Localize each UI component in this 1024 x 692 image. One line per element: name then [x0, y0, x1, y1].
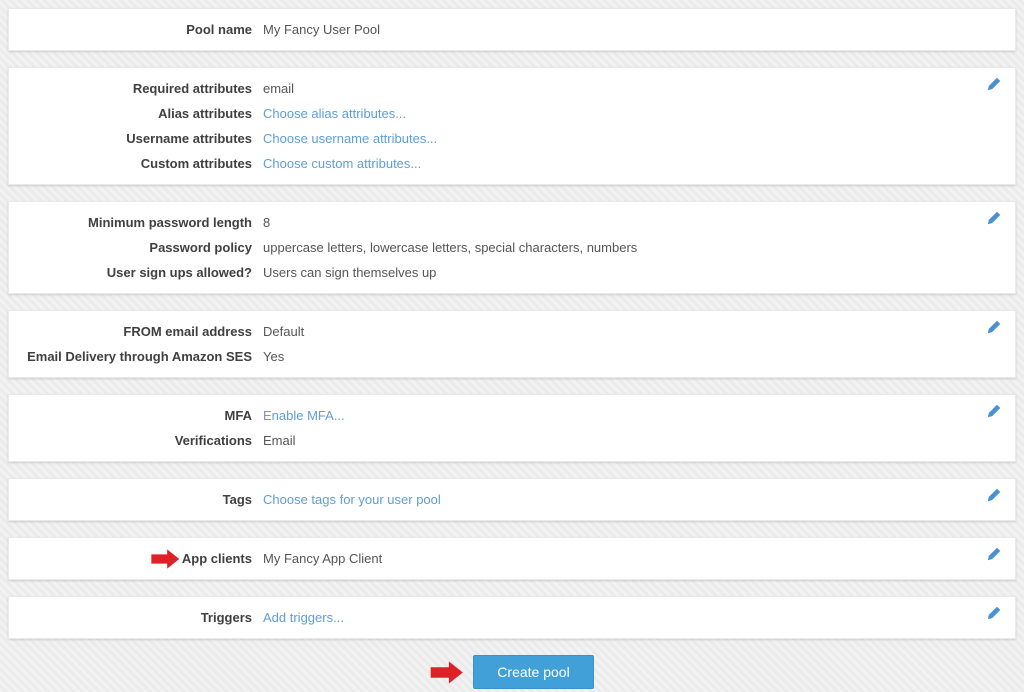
- card-triggers: Triggers Add triggers...: [8, 596, 1016, 639]
- required-attributes-label: Required attributes: [9, 76, 252, 101]
- app-clients-value: My Fancy App Client: [263, 546, 382, 571]
- edit-attributes-button[interactable]: [985, 75, 1003, 93]
- email-delivery-ses-value: Yes: [263, 344, 284, 369]
- from-email-address-value: Default: [263, 319, 304, 344]
- pencil-icon: [987, 488, 1001, 502]
- row-app-clients: App clients My Fancy App Client: [9, 546, 1015, 571]
- row-custom-attributes: Custom attributes Choose custom attribut…: [9, 151, 1015, 176]
- pencil-icon: [987, 404, 1001, 418]
- card-mfa-verifications: MFA Enable MFA... Verifications Email: [8, 394, 1016, 462]
- enable-mfa-link[interactable]: Enable MFA...: [263, 403, 345, 428]
- row-password-policy: Password policy uppercase letters, lower…: [9, 235, 1015, 260]
- row-user-sign-ups: User sign ups allowed? Users can sign th…: [9, 260, 1015, 285]
- pool-name-label: Pool name: [9, 17, 252, 42]
- pencil-icon: [987, 606, 1001, 620]
- choose-tags-link[interactable]: Choose tags for your user pool: [263, 487, 441, 512]
- username-attributes-label: Username attributes: [9, 126, 252, 151]
- red-arrow-right-icon: [151, 549, 180, 569]
- row-triggers: Triggers Add triggers...: [9, 605, 1015, 630]
- alias-attributes-label: Alias attributes: [9, 101, 252, 126]
- minimum-password-length-label: Minimum password length: [9, 210, 252, 235]
- edit-triggers-button[interactable]: [985, 604, 1003, 622]
- row-email-delivery-ses: Email Delivery through Amazon SES Yes: [9, 344, 1015, 369]
- review-page: Pool name My Fancy User Pool Required at…: [0, 0, 1024, 689]
- row-username-attributes: Username attributes Choose username attr…: [9, 126, 1015, 151]
- verifications-label: Verifications: [9, 428, 252, 453]
- card-tags: Tags Choose tags for your user pool: [8, 478, 1016, 521]
- custom-attributes-label: Custom attributes: [9, 151, 252, 176]
- verifications-value: Email: [263, 428, 296, 453]
- triggers-label: Triggers: [9, 605, 252, 630]
- row-pool-name: Pool name My Fancy User Pool: [9, 17, 1015, 42]
- row-mfa: MFA Enable MFA...: [9, 403, 1015, 428]
- minimum-password-length-value: 8: [263, 210, 270, 235]
- edit-mfa-button[interactable]: [985, 402, 1003, 420]
- password-policy-value: uppercase letters, lowercase letters, sp…: [263, 235, 637, 260]
- card-password-policy: Minimum password length 8 Password polic…: [8, 201, 1016, 294]
- mfa-label: MFA: [9, 403, 252, 428]
- add-triggers-link[interactable]: Add triggers...: [263, 605, 344, 630]
- edit-password-policy-button[interactable]: [985, 209, 1003, 227]
- pool-name-value: My Fancy User Pool: [263, 17, 380, 42]
- email-delivery-ses-label: Email Delivery through Amazon SES: [9, 344, 252, 369]
- choose-alias-attributes-link[interactable]: Choose alias attributes...: [263, 101, 406, 126]
- red-arrow-right-icon: [430, 661, 464, 684]
- card-email-settings: FROM email address Default Email Deliver…: [8, 310, 1016, 378]
- pencil-icon: [987, 547, 1001, 561]
- create-pool-button[interactable]: Create pool: [473, 655, 593, 689]
- row-alias-attributes: Alias attributes Choose alias attributes…: [9, 101, 1015, 126]
- card-app-clients: App clients My Fancy App Client: [8, 537, 1016, 580]
- edit-email-settings-button[interactable]: [985, 318, 1003, 336]
- card-attributes: Required attributes email Alias attribut…: [8, 67, 1016, 185]
- required-attributes-value: email: [263, 76, 294, 101]
- user-sign-ups-value: Users can sign themselves up: [263, 260, 436, 285]
- pencil-icon: [987, 211, 1001, 225]
- pencil-icon: [987, 320, 1001, 334]
- app-clients-label: App clients: [9, 546, 252, 571]
- password-policy-label: Password policy: [9, 235, 252, 260]
- edit-tags-button[interactable]: [985, 486, 1003, 504]
- row-tags: Tags Choose tags for your user pool: [9, 487, 1015, 512]
- tags-label: Tags: [9, 487, 252, 512]
- footer-actions: Create pool: [8, 655, 1016, 689]
- edit-app-clients-button[interactable]: [985, 545, 1003, 563]
- row-minimum-password-length: Minimum password length 8: [9, 210, 1015, 235]
- from-email-address-label: FROM email address: [9, 319, 252, 344]
- app-clients-label-text: App clients: [182, 551, 252, 566]
- user-sign-ups-label: User sign ups allowed?: [9, 260, 252, 285]
- card-pool-name: Pool name My Fancy User Pool: [8, 8, 1016, 51]
- pencil-icon: [987, 77, 1001, 91]
- row-required-attributes: Required attributes email: [9, 76, 1015, 101]
- choose-username-attributes-link[interactable]: Choose username attributes...: [263, 126, 437, 151]
- choose-custom-attributes-link[interactable]: Choose custom attributes...: [263, 151, 421, 176]
- row-from-email-address: FROM email address Default: [9, 319, 1015, 344]
- row-verifications: Verifications Email: [9, 428, 1015, 453]
